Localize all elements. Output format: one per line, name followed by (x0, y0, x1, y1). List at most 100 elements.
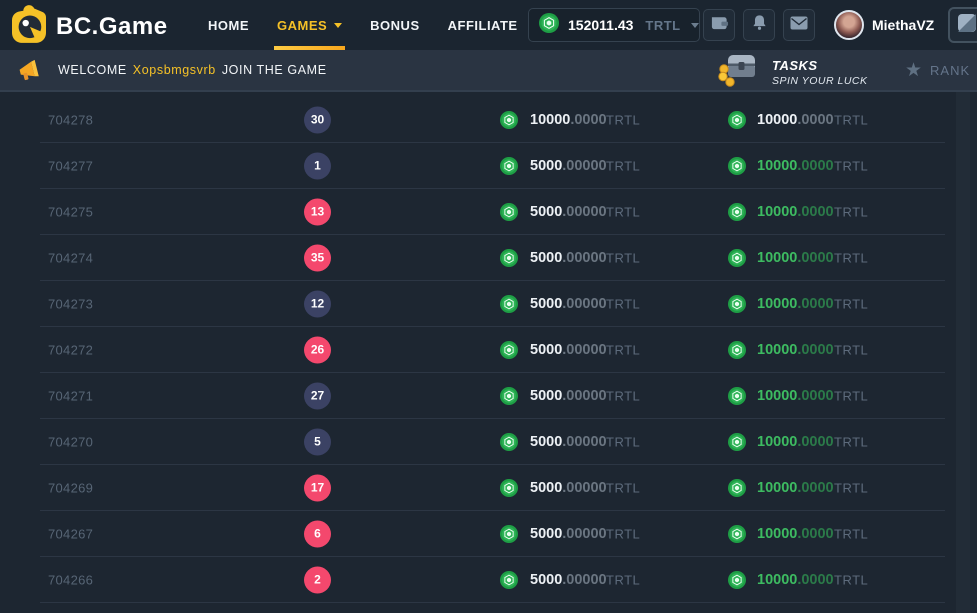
payout-currency: TRTL (834, 112, 868, 127)
payout-amount: 10000.0000 (757, 434, 834, 450)
avatar (834, 10, 864, 40)
announcement-bar: WELCOME Xopsbmgsvrb JOIN THE GAME TASKS … (0, 50, 977, 92)
result-badge: 26 (304, 336, 331, 363)
bet-id: 704274 (48, 250, 93, 265)
table-row[interactable]: 70427055000.00000TRTL10000.0000TRTL (40, 419, 945, 465)
bcgame-logo-icon (12, 5, 46, 48)
payout-currency: TRTL (834, 342, 868, 357)
trtl-coin-icon (500, 571, 518, 589)
payout-currency: TRTL (834, 204, 868, 219)
trtl-coin-icon (500, 341, 518, 359)
result-badge: 27 (304, 382, 331, 409)
table-row[interactable]: 7042783010000.0000TRTL10000.0000TRTL (40, 97, 945, 143)
payout-amount: 10000.0000 (757, 158, 834, 174)
welcome-message: WELCOME Xopsbmgsvrb JOIN THE GAME (58, 50, 327, 90)
trtl-coin-icon (728, 249, 746, 267)
trtl-coin-icon (728, 571, 746, 589)
bet-currency: TRTL (606, 204, 640, 219)
table-row[interactable]: 704271275000.00000TRTL10000.0000TRTL (40, 373, 945, 419)
bet-currency: TRTL (606, 388, 640, 403)
table-row[interactable]: 704272265000.00000TRTL10000.0000TRTL (40, 327, 945, 373)
result-badge: 6 (304, 520, 331, 547)
result-badge: 12 (304, 290, 331, 317)
trtl-coin-icon (728, 157, 746, 175)
user-name: MiethaVZ (872, 17, 934, 33)
bet-amount: 5000.00000 (530, 204, 607, 220)
bets-table: 7042783010000.0000TRTL10000.0000TRTL7042… (40, 92, 945, 603)
payout-amount: 10000.0000 (757, 204, 834, 220)
table-row[interactable]: 704275135000.00000TRTL10000.0000TRTL (40, 189, 945, 235)
result-badge: 5 (304, 428, 331, 455)
bet-amount: 10000.0000 (530, 112, 607, 128)
user-menu[interactable]: MiethaVZ (834, 8, 957, 42)
rank-label: RANK (930, 63, 970, 78)
trtl-coin-icon (728, 111, 746, 129)
nav-item-bonus[interactable]: BONUS (356, 0, 433, 50)
bet-currency: TRTL (606, 250, 640, 265)
bet-amount: 5000.00000 (530, 480, 607, 496)
bet-id: 704277 (48, 158, 93, 173)
tasks-widget[interactable]: TASKS SPIN YOUR LUCK (716, 51, 868, 94)
wallet-button[interactable] (703, 9, 735, 41)
chat-button[interactable] (948, 7, 977, 43)
trtl-coin-icon (728, 525, 746, 543)
bet-currency: TRTL (606, 572, 640, 587)
tasks-subtitle: SPIN YOUR LUCK (772, 75, 868, 87)
bet-id: 704270 (48, 434, 93, 449)
welcome-prefix: WELCOME (58, 63, 127, 77)
nav-item-games[interactable]: GAMES (263, 0, 356, 50)
bet-id: 704275 (48, 204, 93, 219)
trtl-coin-icon (728, 479, 746, 497)
bet-amount: 5000.00000 (530, 296, 607, 312)
table-row[interactable]: 704269175000.00000TRTL10000.0000TRTL (40, 465, 945, 511)
bet-currency: TRTL (606, 158, 640, 173)
payout-amount: 10000.0000 (757, 296, 834, 312)
payout-currency: TRTL (834, 572, 868, 587)
megaphone-icon (18, 58, 45, 88)
table-row[interactable]: 704273125000.00000TRTL10000.0000TRTL (40, 281, 945, 327)
result-badge: 1 (304, 152, 331, 179)
bet-amount: 5000.00000 (530, 250, 607, 266)
payout-currency: TRTL (834, 250, 868, 265)
trtl-coin-icon (500, 157, 518, 175)
trtl-coin-icon (539, 13, 559, 38)
bet-id: 704267 (48, 526, 93, 541)
rank-widget[interactable]: ★ RANK (905, 50, 970, 90)
trtl-coin-icon (500, 479, 518, 497)
bet-amount: 5000.00000 (530, 342, 607, 358)
chevron-down-icon (691, 23, 699, 28)
trtl-coin-icon (728, 341, 746, 359)
table-row[interactable]: 70427715000.00000TRTL10000.0000TRTL (40, 143, 945, 189)
table-row[interactable]: 704274355000.00000TRTL10000.0000TRTL (40, 235, 945, 281)
bet-amount: 5000.00000 (530, 526, 607, 542)
result-badge: 30 (304, 106, 331, 133)
messages-button[interactable] (783, 9, 815, 41)
table-row[interactable]: 70426765000.00000TRTL10000.0000TRTL (40, 511, 945, 557)
result-badge: 35 (304, 244, 331, 271)
star-icon: ★ (905, 61, 922, 80)
payout-currency: TRTL (834, 526, 868, 541)
scrollbar[interactable] (956, 92, 970, 613)
bet-amount: 5000.00000 (530, 572, 607, 588)
bet-currency: TRTL (606, 480, 640, 495)
trtl-coin-icon (500, 203, 518, 221)
bet-currency: TRTL (606, 112, 640, 127)
trtl-coin-icon (500, 111, 518, 129)
payout-currency: TRTL (834, 480, 868, 495)
bet-currency: TRTL (606, 526, 640, 541)
balance-amount: 152011.43 (568, 17, 633, 33)
notifications-button[interactable] (743, 9, 775, 41)
nav-item-affiliate[interactable]: AFFILIATE (434, 0, 532, 50)
bet-amount: 5000.00000 (530, 388, 607, 404)
bet-id: 704278 (48, 112, 93, 127)
trtl-coin-icon (728, 295, 746, 313)
bcgame-logo[interactable]: BC.Game (12, 5, 168, 48)
payout-amount: 10000.0000 (757, 572, 834, 588)
wallet-icon (710, 15, 729, 36)
trtl-coin-icon (500, 295, 518, 313)
balance-selector[interactable]: 152011.43 TRTL (528, 8, 700, 42)
payout-amount: 10000.0000 (757, 342, 834, 358)
nav-item-home[interactable]: HOME (194, 0, 263, 50)
trtl-coin-icon (500, 387, 518, 405)
table-row[interactable]: 70426625000.00000TRTL10000.0000TRTL (40, 557, 945, 603)
